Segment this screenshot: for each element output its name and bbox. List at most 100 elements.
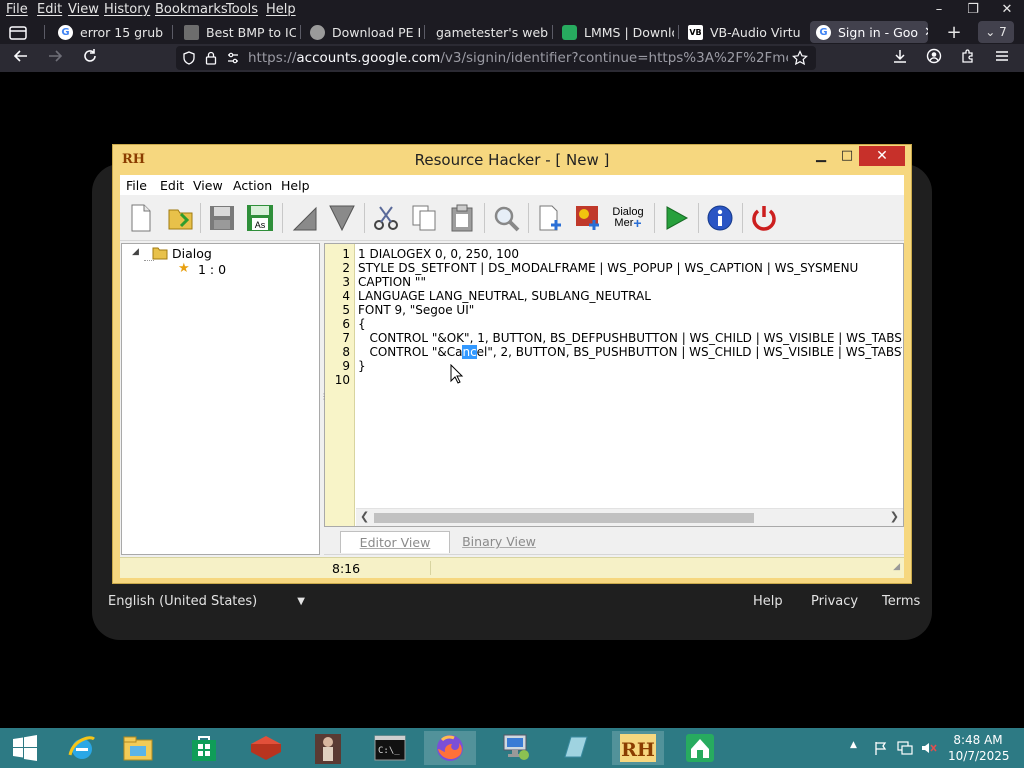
add-resource-button[interactable]	[534, 202, 566, 234]
show-hidden-icons[interactable]: ▲	[850, 740, 857, 750]
save-as-button[interactable]: As	[244, 202, 276, 234]
script-editor[interactable]: 1 2 3 4 5 6 7 8 9 10 1 DIALOGEX 0, 0, 25…	[324, 243, 904, 527]
tab-binary-view[interactable]: Binary View	[450, 531, 548, 553]
speaker-muted-icon[interactable]	[921, 741, 937, 755]
tab-gametester[interactable]: gametester's websit	[436, 21, 548, 43]
taskbar-internet-explorer[interactable]	[56, 731, 108, 765]
rh-close-button[interactable]: ✕	[859, 146, 905, 166]
rh-menu-view[interactable]: View	[193, 178, 223, 193]
file-explorer-icon	[123, 736, 153, 761]
tab-best-bmp[interactable]: Best BMP to ICC	[184, 21, 296, 43]
red-book-app-icon	[251, 736, 281, 760]
open-button[interactable]	[165, 202, 197, 234]
taskbar-firefox[interactable]	[424, 731, 476, 765]
exit-button[interactable]	[748, 202, 780, 234]
downloads-button[interactable]	[889, 48, 911, 68]
splitter-grip[interactable]: ⋮	[320, 393, 328, 401]
svg-text:As: As	[255, 220, 266, 230]
taskbar-lmms[interactable]	[674, 731, 726, 765]
footer-privacy-link[interactable]: Privacy	[811, 594, 858, 609]
menu-view[interactable]: View	[68, 2, 99, 17]
tree-collapse-icon[interactable]: ◢	[132, 247, 139, 257]
dialog-menu-button[interactable]: Dialog Mer +	[610, 202, 646, 234]
tab-lmms[interactable]: LMMS | Downlo	[562, 21, 674, 43]
resize-grip-icon[interactable]: ◢	[893, 562, 900, 572]
scroll-left-icon[interactable]: ❮	[360, 510, 369, 523]
add-image-resource-button[interactable]	[572, 202, 604, 234]
restore-button[interactable]: ❐	[956, 0, 990, 19]
add-blank-resource-icon	[539, 205, 561, 231]
action-center-flag-icon[interactable]	[874, 741, 888, 755]
account-button[interactable]	[923, 48, 945, 68]
rh-menu-edit[interactable]: Edit	[160, 178, 184, 193]
tab-list-button[interactable]: ⌄ 7	[978, 21, 1014, 43]
tab-download-pe[interactable]: Download PE Ex	[310, 21, 420, 43]
close-window-button[interactable]: ✕	[990, 0, 1024, 19]
tab-vb-audio[interactable]: VB VB-Audio Virtua	[688, 21, 800, 43]
minimize-button[interactable]: –	[922, 0, 956, 19]
taskbar-character-app[interactable]	[302, 731, 354, 765]
tree-node-dialog[interactable]: Dialog	[172, 246, 212, 261]
new-tab-button[interactable]: +	[944, 21, 964, 43]
language-selector[interactable]: English (United States) ▼	[108, 594, 305, 609]
taskbar-command-prompt[interactable]: C:\_	[364, 731, 416, 765]
menu-help[interactable]: Help	[266, 2, 296, 17]
menu-tools[interactable]: Tools	[226, 2, 258, 17]
system-clock[interactable]: 8:48 AM 10/7/2025	[948, 732, 1010, 764]
tab-editor-view[interactable]: Editor View	[340, 531, 450, 553]
taskbar-store[interactable]	[178, 731, 230, 765]
taskbar-resource-hacker[interactable]: RH	[612, 731, 664, 765]
tab-label: LMMS | Downlo	[584, 24, 674, 40]
close-tab-icon[interactable]: ✕	[924, 25, 928, 40]
taskbar-file-explorer[interactable]	[112, 731, 164, 765]
run-script-button[interactable]	[660, 202, 692, 234]
decompile-button[interactable]	[326, 202, 358, 234]
reload-button[interactable]	[79, 48, 101, 68]
menu-file[interactable]: File	[6, 2, 28, 17]
tab-error-15-grub[interactable]: G error 15 grub - G	[58, 21, 166, 43]
forward-button[interactable]	[44, 48, 66, 68]
address-bar[interactable]: https://accounts.google.com/v3/signin/id…	[176, 46, 816, 70]
menu-history[interactable]: History	[104, 2, 150, 17]
save-button[interactable]	[206, 202, 238, 234]
taskbar-app-red[interactable]	[240, 731, 292, 765]
extensions-button[interactable]	[957, 48, 979, 68]
network-icon[interactable]	[897, 741, 913, 755]
app-menu-button[interactable]	[991, 48, 1013, 68]
code-area[interactable]: 1 DIALOGEX 0, 0, 250, 100 STYLE DS_SETFO…	[358, 246, 902, 508]
tab-sign-in-google[interactable]: G Sign in - Goo ✕	[810, 21, 928, 43]
bookmark-star-icon[interactable]	[792, 50, 808, 66]
rh-menu-action[interactable]: Action	[233, 178, 272, 193]
compile-button[interactable]	[288, 202, 320, 234]
new-button[interactable]	[125, 202, 157, 234]
rh-titlebar[interactable]: RH Resource Hacker - [ New ] ▁ □ ✕	[113, 145, 911, 175]
back-button[interactable]	[10, 48, 32, 68]
taskbar-notebook-app[interactable]	[550, 731, 602, 765]
footer-terms-link[interactable]: Terms	[882, 594, 920, 609]
mouse-cursor-icon	[450, 364, 464, 384]
copy-button[interactable]	[408, 202, 440, 234]
browser-navbar: https://accounts.google.com/v3/signin/id…	[0, 44, 1024, 72]
lock-icon	[205, 51, 217, 65]
horizontal-scrollbar[interactable]: ❮ ❯	[356, 508, 903, 526]
decompile-arrow-icon	[329, 205, 355, 232]
url-path: /v3/signin/identifier?continue=https%3A%…	[440, 50, 788, 66]
rh-maximize-button[interactable]: □	[837, 145, 857, 166]
menu-edit[interactable]: Edit	[37, 2, 62, 17]
paste-button[interactable]	[446, 202, 478, 234]
scrollbar-thumb[interactable]	[374, 513, 754, 523]
find-button[interactable]	[490, 202, 522, 234]
rh-minimize-button[interactable]: ▁	[811, 145, 831, 166]
rh-menu-file[interactable]: File	[126, 178, 147, 193]
start-button[interactable]	[0, 731, 50, 765]
taskbar-network-tool[interactable]	[490, 731, 542, 765]
cut-button[interactable]	[370, 202, 402, 234]
about-button[interactable]	[704, 202, 736, 234]
open-folder-icon	[168, 209, 193, 230]
tree-node-1-0[interactable]: 1 : 0	[198, 262, 226, 277]
rh-menu-help[interactable]: Help	[281, 178, 310, 193]
menu-bookmarks[interactable]: Bookmarks	[155, 2, 228, 17]
scroll-right-icon[interactable]: ❯	[890, 510, 899, 523]
footer-help-link[interactable]: Help	[753, 594, 783, 609]
tab-overview-button[interactable]	[8, 22, 28, 44]
